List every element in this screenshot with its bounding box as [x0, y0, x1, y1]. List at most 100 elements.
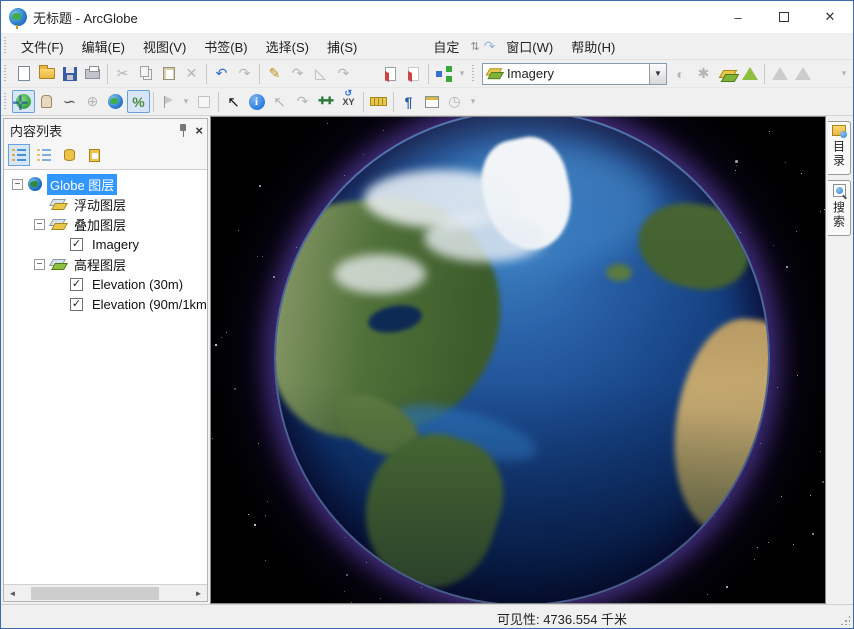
clear-selection-icon[interactable]: ↷ [291, 90, 314, 113]
pyramid-gray-icon[interactable] [768, 62, 791, 85]
contrast-icon[interactable]: ◐ [669, 62, 692, 85]
tree-label[interactable]: Elevation (30m) [89, 276, 186, 293]
redo-icon[interactable]: ↷ [233, 62, 256, 85]
toolbar-overflow-icon[interactable]: ▾ [466, 90, 480, 113]
pyramid-green-icon[interactable] [738, 62, 761, 85]
scroll-left-icon[interactable]: ◄ [4, 585, 21, 601]
earth-globe[interactable] [274, 116, 770, 604]
menu-edit[interactable]: 编辑(E) [73, 34, 134, 59]
redo-sketch-icon[interactable]: ↷ [286, 62, 309, 85]
visibility-status: 可见性: 4736.554 千米 [271, 609, 853, 628]
angle-tool-icon[interactable]: ◺ [309, 62, 332, 85]
tree-row-floating-layers[interactable]: 浮动图层 [4, 194, 207, 214]
menu-view[interactable]: 视图(V) [134, 34, 195, 59]
table-of-contents-panel: 内容列表 × − Globe 图层 [3, 118, 208, 602]
tree-row-globe-layers[interactable]: − Globe 图层 [4, 174, 207, 194]
tree-row-elevation-90m[interactable]: ✓ Elevation (90m/1km [4, 294, 207, 314]
goto-xy-icon[interactable]: XY [337, 90, 360, 113]
toolbar-grip[interactable] [4, 93, 8, 111]
open-folder-icon[interactable] [35, 62, 58, 85]
minimize-button[interactable]: – [715, 1, 761, 33]
delete-icon[interactable]: ✕ [180, 62, 203, 85]
tree-label[interactable]: 高程图层 [71, 254, 129, 275]
collapse-icon[interactable]: − [34, 219, 45, 230]
find-icon[interactable]: ✚✚ [314, 90, 337, 113]
close-icon[interactable]: × [195, 123, 203, 138]
collapse-icon[interactable]: − [34, 259, 45, 270]
viewer-window-icon[interactable] [420, 90, 443, 113]
list-by-drawing-order-icon[interactable] [8, 144, 30, 166]
sketch-pen-icon[interactable]: ✎ [263, 62, 286, 85]
zoom-target-icon[interactable] [157, 90, 180, 113]
identify-icon[interactable]: i [245, 90, 268, 113]
menu-window[interactable]: 窗口(W) [497, 34, 562, 59]
swipe-layers-icon[interactable] [715, 62, 738, 85]
paste-icon[interactable] [157, 62, 180, 85]
spinner-icon[interactable]: ⇅ [468, 40, 481, 53]
horizontal-scrollbar[interactable]: ◄ ► [4, 584, 207, 601]
copy-icon[interactable] [134, 62, 157, 85]
checkbox-checked[interactable]: ✓ [70, 278, 83, 291]
door-front-icon[interactable] [379, 62, 402, 85]
walk-tool-icon[interactable]: ¶ [397, 90, 420, 113]
checkbox-checked[interactable]: ✓ [70, 238, 83, 251]
undo-icon[interactable]: ↶ [210, 62, 233, 85]
tree-label[interactable]: Imagery [89, 236, 142, 253]
search-tab[interactable]: 搜索 [828, 180, 851, 236]
full-extent-icon[interactable] [104, 90, 127, 113]
pyramid-gray2-icon[interactable] [791, 62, 814, 85]
fly-bird-icon[interactable]: ∽ [58, 90, 81, 113]
pan-hand-icon[interactable] [35, 90, 58, 113]
close-button[interactable]: ✕ [807, 1, 853, 33]
menu-bookmarks[interactable]: 书签(B) [195, 34, 256, 59]
tree-label[interactable]: 叠加图层 [71, 214, 129, 235]
list-by-source-icon[interactable] [33, 144, 55, 166]
animation-icon[interactable]: ◷ [443, 90, 466, 113]
menu-selection[interactable]: 选择(S) [257, 34, 318, 59]
cut-icon[interactable]: ✂ [111, 62, 134, 85]
new-document-icon[interactable] [12, 62, 35, 85]
tree-label[interactable]: Elevation (90m/1km [89, 296, 207, 313]
globe-viewport[interactable] [210, 116, 826, 604]
combo-dropdown-icon[interactable]: ▼ [649, 64, 666, 84]
navigation-mode-icon[interactable]: % [127, 90, 150, 113]
tree-row-elevation-30m[interactable]: ✓ Elevation (30m) [4, 274, 207, 294]
save-icon[interactable] [58, 62, 81, 85]
toolbar-grip[interactable] [4, 37, 8, 55]
print-icon[interactable] [81, 62, 104, 85]
list-by-visibility-icon[interactable] [58, 144, 80, 166]
menu-help[interactable]: 帮助(H) [562, 34, 624, 59]
menu-file[interactable]: 文件(F) [12, 34, 73, 59]
select-features-icon[interactable]: ↖ [268, 90, 291, 113]
scroll-right-icon[interactable]: ► [190, 585, 207, 601]
collapse-icon[interactable]: − [12, 179, 23, 190]
layer-combo[interactable]: Imagery ▼ [482, 63, 667, 85]
maximize-button[interactable] [761, 1, 807, 33]
tree-row-imagery[interactable]: ✓ Imagery [4, 234, 207, 254]
scrollbar-thumb[interactable] [31, 587, 159, 600]
brightness-icon[interactable]: ✱ [692, 62, 715, 85]
menu-customize[interactable]: 自定 [424, 34, 468, 59]
toolbar-overflow-icon[interactable]: ▾ [455, 62, 469, 85]
checkbox-checked[interactable]: ✓ [70, 298, 83, 311]
dropdown-icon[interactable]: ▾ [180, 90, 192, 113]
select-arrow-icon[interactable]: ↖ [222, 90, 245, 113]
tree-label[interactable]: Globe 图层 [47, 174, 117, 195]
curve-tool-icon[interactable]: ↷ [332, 62, 355, 85]
center-target-icon[interactable]: ⊕ [81, 90, 104, 113]
catalog-tab[interactable]: 目录 [828, 121, 851, 175]
tree-label[interactable]: 浮动图层 [71, 194, 129, 215]
pin-icon[interactable] [179, 124, 187, 137]
observer-icon[interactable] [192, 90, 215, 113]
tree-row-elevation-layers[interactable]: − 高程图层 [4, 254, 207, 274]
navigate-tool-icon[interactable] [12, 90, 35, 113]
toolbar-grip[interactable] [472, 65, 476, 83]
door-back-icon[interactable] [402, 62, 425, 85]
topology-network-icon[interactable] [432, 62, 455, 85]
toolbar-overflow-icon[interactable]: ▾ [837, 62, 851, 85]
toolbar-grip[interactable] [4, 65, 8, 83]
list-by-selection-icon[interactable] [83, 144, 105, 166]
measure-icon[interactable] [367, 90, 390, 113]
tree-row-draped-layers[interactable]: − 叠加图层 [4, 214, 207, 234]
menu-geoprocessing[interactable]: 捕(S) [318, 34, 366, 59]
